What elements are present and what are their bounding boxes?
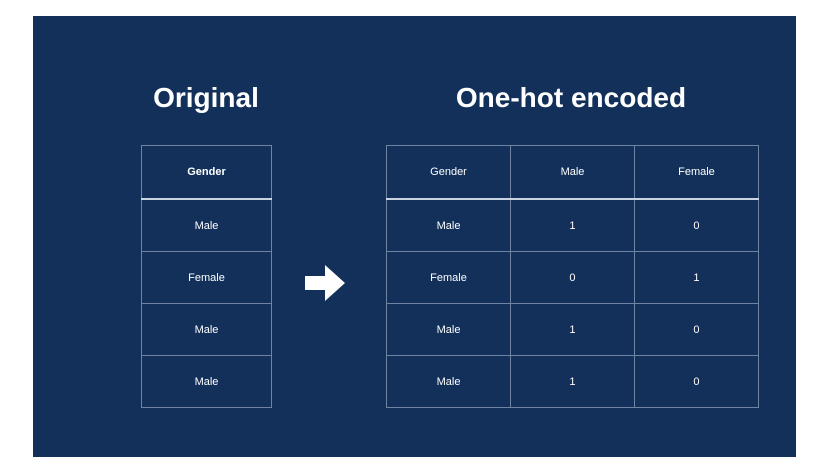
- header-cell: Gender: [385, 145, 512, 200]
- original-table: Gender Male Female Male Male: [141, 145, 272, 408]
- table-cell: 1: [510, 303, 635, 356]
- table-row: Male: [141, 198, 272, 252]
- table-cell: 0: [633, 355, 760, 408]
- slide: Original One-hot encoded Gender Male Fem…: [33, 16, 796, 457]
- table-row: Male 1 0: [385, 198, 760, 252]
- table-cell: 0: [510, 251, 635, 304]
- table-header-row: Gender Male Female: [385, 145, 760, 200]
- table-cell: Male: [385, 198, 512, 252]
- table-cell: Male: [385, 303, 512, 356]
- table-row: Male: [141, 303, 272, 356]
- table-row: Female: [141, 251, 272, 304]
- table-cell: Male: [141, 303, 272, 356]
- table-cell: Male: [141, 198, 272, 252]
- table-cell: 0: [633, 198, 760, 252]
- table-cell: Male: [141, 355, 272, 408]
- header-cell: Female: [633, 145, 760, 200]
- table-cell: Male: [385, 355, 512, 408]
- header-cell: Male: [510, 145, 635, 200]
- table-cell: 1: [510, 198, 635, 252]
- table-cell: Female: [141, 251, 272, 304]
- right-arrow-icon: [305, 265, 345, 301]
- table-cell: Female: [385, 251, 512, 304]
- table-row: Male 1 0: [385, 355, 760, 408]
- table-row: Male: [141, 355, 272, 408]
- table-cell: 1: [510, 355, 635, 408]
- table-header-row: Gender: [141, 145, 272, 200]
- table-cell: 0: [633, 303, 760, 356]
- encoded-table: Gender Male Female Male 1 0 Female 0 1 M…: [385, 145, 760, 408]
- original-title: Original: [153, 82, 259, 113]
- table-row: Female 0 1: [385, 251, 760, 304]
- header-cell: Gender: [141, 145, 272, 200]
- encoded-title: One-hot encoded: [455, 82, 687, 113]
- table-cell: 1: [633, 251, 760, 304]
- table-row: Male 1 0: [385, 303, 760, 356]
